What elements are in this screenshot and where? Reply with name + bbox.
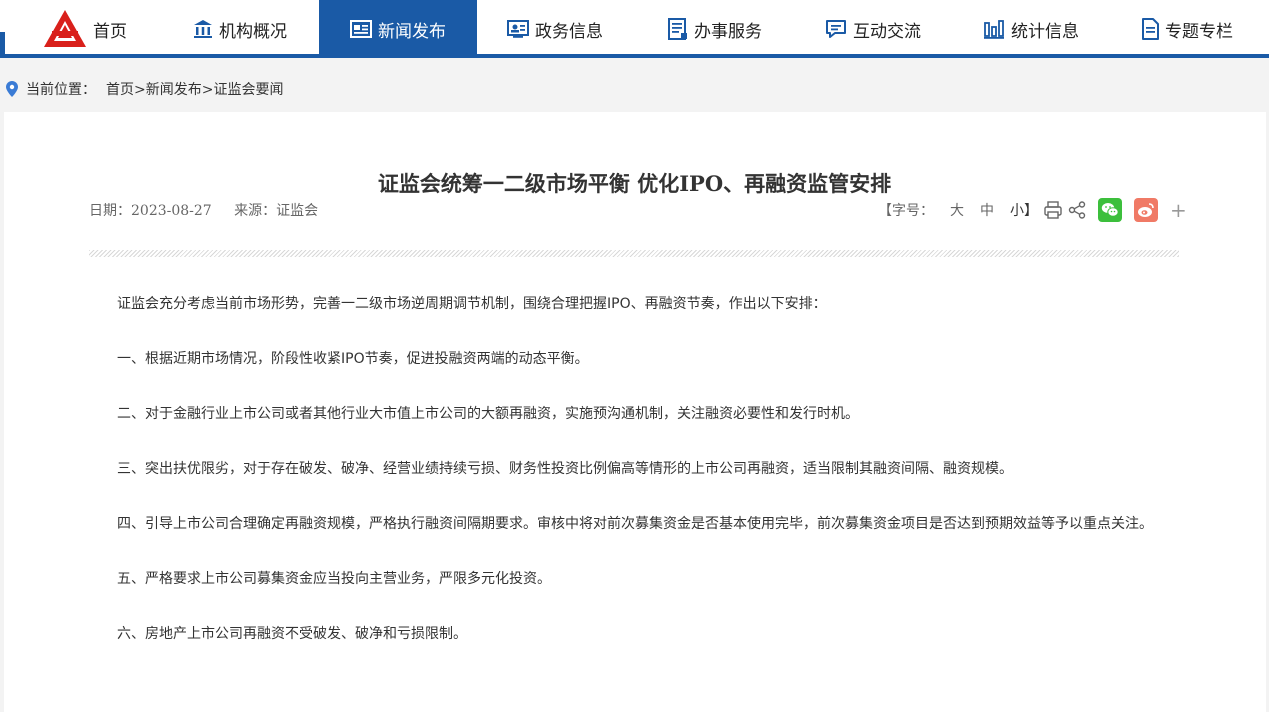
main-nav: 首页 机构概况 新闻发布 政务信息 办事服务 互动交流 统计信息 专题专栏 (0, 0, 1269, 58)
font-size-label: 【字号： (878, 203, 934, 219)
font-size-medium-button[interactable]: 中 (980, 200, 994, 220)
nav-label-home: 首页 (93, 21, 127, 42)
breadcrumb-path[interactable]: 首页>新闻发布>证监会要闻 (106, 79, 283, 99)
font-size-large-button[interactable]: 大 (950, 200, 964, 220)
title-divider (89, 250, 1179, 257)
nav-item-special-topics[interactable]: 专题专栏 (1122, 0, 1252, 58)
nav-label-special-topics: 专题专栏 (1165, 21, 1233, 42)
font-size-small-button[interactable]: 小】 (1010, 200, 1038, 220)
nav-item-institution[interactable]: 机构概况 (175, 0, 305, 58)
bar-chart-icon (983, 19, 1005, 39)
id-card-icon (507, 20, 529, 38)
nav-label-interaction: 互动交流 (853, 21, 921, 42)
nav-item-news[interactable]: 新闻发布 (319, 0, 477, 58)
article-source: 来源：证监会 (234, 203, 319, 219)
nav-label-government-info: 政务信息 (535, 21, 603, 42)
article-tools: 【字号： 大 中 小】 + (878, 196, 1187, 224)
chat-icon (825, 19, 847, 39)
nav-label-institution: 机构概况 (219, 21, 287, 42)
article-paragraph: 一、根据近期市场情况，阶段性收紧IPO节奏，促进投融资两端的动态平衡。 (117, 351, 589, 367)
breadcrumb-prefix: 当前位置： (26, 82, 96, 98)
location-pin-icon (6, 81, 18, 97)
article-paragraph: 六、房地产上市公司再融资不受破发、破净和亏损限制。 (117, 626, 467, 642)
article-paragraph: 五、严格要求上市公司募集资金应当投向主营业务，严限多元化投资。 (117, 571, 551, 587)
article-body: 证监会充分考虑当前市场形势，完善一二级市场逆周期调节机制，围绕合理把握IPO、再… (89, 290, 1181, 675)
article-paragraph: 二、对于金融行业上市公司或者其他行业大市值上市公司的大额再融资，实施预沟通机制，… (117, 406, 859, 422)
nav-item-home[interactable]: 首页 (40, 0, 130, 58)
nav-label-services: 办事服务 (694, 21, 762, 42)
article-date: 日期：2023-08-27 (89, 203, 212, 219)
nav-item-services[interactable]: 办事服务 (650, 0, 780, 58)
logo-icon (43, 9, 87, 49)
news-icon (350, 20, 372, 38)
nav-left-accent (0, 32, 5, 54)
article-meta: 日期：2023-08-27 来源：证监会 (89, 200, 336, 220)
article-paragraph: 四、引导上市公司合理确定再融资规模，严格执行融资间隔期要求。审核中将对前次募集资… (117, 516, 1153, 532)
article-paragraph: 证监会充分考虑当前市场形势，完善一二级市场逆周期调节机制，围绕合理把握IPO、再… (117, 296, 827, 312)
breadcrumb: 当前位置： 首页>新闻发布>证监会要闻 (0, 74, 1269, 104)
more-share-button[interactable]: + (1170, 198, 1187, 222)
document-list-icon (668, 18, 688, 40)
weibo-share-icon[interactable] (1134, 198, 1158, 222)
share-icon[interactable] (1068, 201, 1086, 219)
nav-label-statistics: 统计信息 (1011, 21, 1079, 42)
nav-item-interaction[interactable]: 互动交流 (808, 0, 938, 58)
wechat-share-icon[interactable] (1098, 198, 1122, 222)
nav-item-statistics[interactable]: 统计信息 (966, 0, 1096, 58)
nav-item-government-info[interactable]: 政务信息 (490, 0, 620, 58)
nav-label-news: 新闻发布 (378, 21, 446, 42)
institution-icon (193, 19, 213, 39)
print-icon[interactable] (1044, 201, 1062, 219)
file-icon (1141, 18, 1159, 40)
article-paragraph: 三、突出扶优限劣，对于存在破发、破净、经营业绩持续亏损、财务性投资比例偏高等情形… (117, 461, 1013, 477)
article-title: 证监会统筹一二级市场平衡 优化IPO、再融资监管安排 (377, 171, 892, 196)
